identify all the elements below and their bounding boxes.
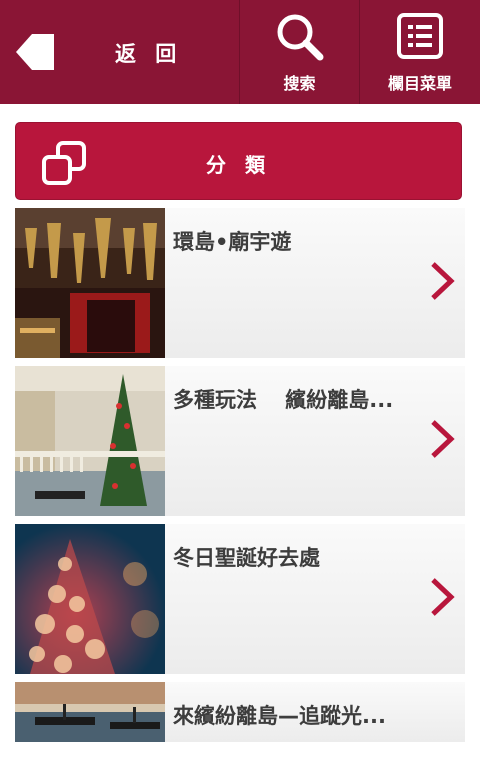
list-item[interactable]: 環島•廟宇遊 xyxy=(15,208,465,358)
article-list: 環島•廟宇遊 多種玩法 繽紛離島... 冬日聖誕好去處 來繽紛離島—追蹤光... xyxy=(15,208,465,750)
list-item[interactable]: 多種玩法 繽紛離島... xyxy=(15,366,465,516)
category-label: 分 類 xyxy=(206,153,271,177)
chevron-right-icon xyxy=(431,420,455,458)
list-menu-icon xyxy=(397,13,443,59)
item-title: 來繽紛離島—追蹤光... xyxy=(173,704,386,728)
search-icon xyxy=(277,14,323,61)
list-item[interactable]: 冬日聖誕好去處 xyxy=(15,524,465,674)
back-button[interactable]: 返 回 xyxy=(0,0,240,104)
gondola-thumbnail xyxy=(15,682,165,742)
bokeh-christmas-tree-thumbnail xyxy=(15,524,165,674)
chevron-right-icon xyxy=(431,262,455,300)
temple-thumbnail xyxy=(15,208,165,358)
category-button[interactable]: 分 類 xyxy=(15,122,462,200)
item-title: 冬日聖誕好去處 xyxy=(173,546,320,570)
chevron-right-icon xyxy=(431,578,455,616)
back-arrow-icon xyxy=(16,34,54,70)
back-label: 返 回 xyxy=(115,42,183,66)
search-button[interactable]: 搜索 xyxy=(240,0,360,104)
column-menu-label: 欄目菜單 xyxy=(387,74,452,93)
column-menu-button[interactable]: 欄目菜單 xyxy=(360,0,480,104)
list-item[interactable]: 來繽紛離島—追蹤光... xyxy=(15,682,465,742)
item-title: 環島•廟宇遊 xyxy=(173,230,292,254)
top-navigation-bar: 返 回 搜索 欄目菜單 xyxy=(0,0,480,104)
search-label: 搜索 xyxy=(283,74,316,93)
item-title: 多種玩法 繽紛離島... xyxy=(173,388,394,412)
christmas-tree-venetian-thumbnail xyxy=(15,366,165,516)
